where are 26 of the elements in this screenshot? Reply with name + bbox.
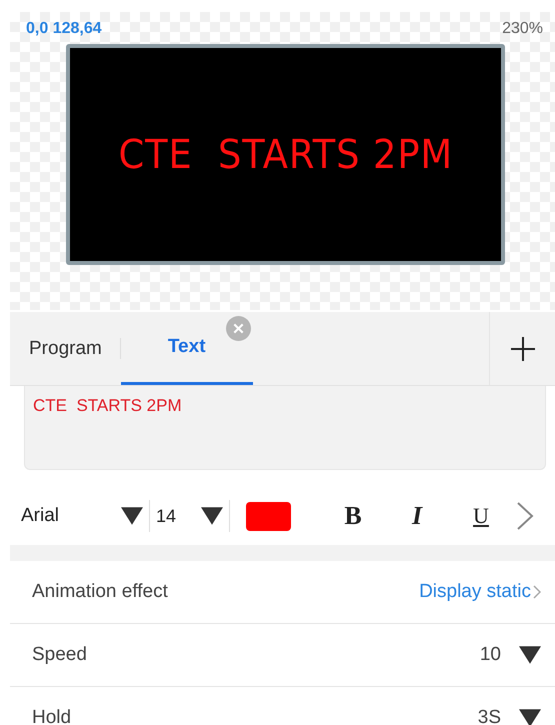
text-input-field[interactable]: CTE STARTS 2PM <box>24 386 546 470</box>
setting-dropdown[interactable]: 3S <box>478 707 541 725</box>
chevron-right-icon[interactable] <box>515 501 535 531</box>
color-swatch[interactable] <box>246 502 291 530</box>
chevron-right-icon <box>533 584 541 600</box>
italic-button[interactable]: I <box>385 501 449 531</box>
bold-button[interactable]: B <box>321 501 385 531</box>
setting-dropdown[interactable]: 10 <box>480 644 541 666</box>
zoom-label: 230% <box>502 20 543 38</box>
dropdown-triangle-icon[interactable] <box>121 507 143 525</box>
led-display-preview[interactable]: CTE STARTS 2PM <box>66 44 505 265</box>
close-icon[interactable] <box>226 316 251 341</box>
tab[interactable]: Program <box>10 312 120 385</box>
dropdown-triangle-icon <box>519 709 541 725</box>
setting-link[interactable]: Display static <box>419 581 541 603</box>
font-dropdown[interactable]: Arial <box>21 505 121 527</box>
size-dropdown[interactable]: 14 <box>156 506 201 526</box>
underline-button[interactable]: U <box>449 503 513 529</box>
setting-label: Hold <box>32 707 72 725</box>
setting-label: Animation effect <box>32 581 169 603</box>
dropdown-triangle-icon[interactable] <box>201 507 223 525</box>
plus-icon <box>510 336 534 360</box>
dropdown-triangle-icon <box>519 646 541 664</box>
display-text: CTE STARTS 2PM <box>118 132 453 178</box>
setting-label: Speed <box>32 644 88 666</box>
coordinates-label: 0,0 128,64 <box>26 20 102 38</box>
